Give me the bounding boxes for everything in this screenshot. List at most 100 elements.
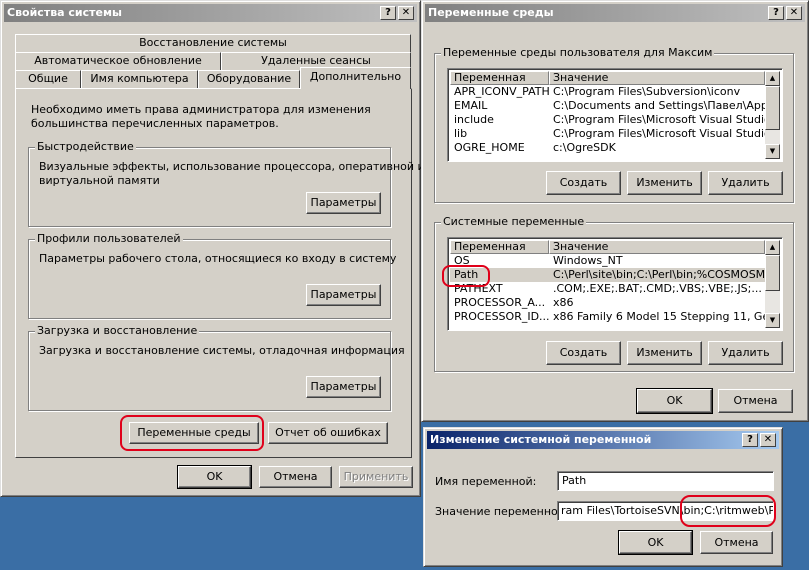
var-name: OGRE_HOME [454,141,525,154]
column-variable[interactable]: Переменная [450,240,549,254]
close-button[interactable]: ✕ [398,6,414,20]
ok-button[interactable]: OK [177,465,252,489]
scroll-up-icon[interactable]: ▲ [765,71,780,86]
apply-button[interactable]: Применить [339,466,413,488]
tab-label: Автоматическое обновление [34,54,202,67]
advanced-tab-panel: Необходимо иметь права администратора дл… [15,88,425,458]
var-name: lib [454,127,468,140]
user-variables-group: Переменные среды пользователя для Максим… [434,46,794,203]
ok-button[interactable]: OK [636,388,713,414]
list-item[interactable]: PATHEXT .COM;.EXE;.BAT;.CMD;.VBS;.VBE;.JS… [450,282,766,296]
user-delete-button[interactable]: Удалить [708,171,783,195]
list-item[interactable]: APR_ICONV_PATH C:\Program Files\Subversio… [450,85,766,99]
performance-desc-line1: Визуальные эффекты, использование процес… [39,160,425,173]
startup-recovery-group: Загрузка и восстановление Загрузка и вос… [28,324,405,411]
var-value: C:\Perl\site\bin;C:\Perl\bin;%COSMOSM... [553,268,765,281]
tab-label: Имя компьютера [90,72,189,85]
var-value: .COM;.EXE;.BAT;.CMD;.VBS;.VBE;.JS;... [553,282,762,295]
ok-button[interactable]: OK [618,530,693,555]
user-edit-button[interactable]: Изменить [627,171,702,195]
user-profiles-title: Профили пользователей [35,232,183,245]
list-item[interactable]: PROCESSOR_A... x86 [450,296,766,310]
var-name: include [454,113,494,126]
var-name: APR_ICONV_PATH [454,85,549,98]
tab-label: Общие [28,72,68,85]
tab-advanced[interactable]: Дополнительно [300,67,411,89]
var-name: PROCESSOR_ID... [454,310,549,323]
window-title: Переменные среды [428,6,554,19]
var-value: x86 [553,296,574,309]
startup-recovery-desc: Загрузка и восстановление системы, отлад… [39,344,405,357]
cancel-button[interactable]: Отмена [259,466,332,488]
help-button[interactable]: ? [742,433,758,447]
tab-label: Оборудование [206,72,292,85]
list-item[interactable]: EMAIL C:\Documents and Settings\Павел\App… [450,99,766,113]
window-title: Изменение системной переменной [430,433,652,446]
column-value[interactable]: Значение [549,71,765,85]
system-variables-group: Системные переменные Переменная Значение… [434,215,794,372]
performance-desc-line2: виртуальной памяти [39,174,160,187]
close-button[interactable]: ✕ [786,6,802,20]
var-value: C:\Documents and Settings\Павел\Appli... [553,99,765,112]
performance-settings-button[interactable]: Параметры [306,192,381,214]
var-value: Windows_NT [553,254,623,267]
scrollbar[interactable]: ▲ ▼ [765,240,780,328]
title-bar: Свойства системы [4,4,417,22]
list-item[interactable]: lib C:\Program Files\Microsoft Visual Stu… [450,127,766,141]
scrollbar[interactable]: ▲ ▼ [765,71,780,159]
title-bar: Изменение системной переменной [427,431,779,449]
user-variables-list[interactable]: Переменная Значение APR_ICONV_PATH C:\Pro… [447,68,783,162]
user-variables-title: Переменные среды пользователя для Максим [441,46,715,59]
scroll-up-icon[interactable]: ▲ [765,240,780,255]
help-button[interactable]: ? [380,6,396,20]
tab-label: Восстановление системы [139,36,287,49]
scroll-down-icon[interactable]: ▼ [765,144,780,159]
system-edit-button[interactable]: Изменить [627,341,702,365]
list-item[interactable]: PROCESSOR_ID... x86 Family 6 Model 15 Ste… [450,310,766,324]
performance-title: Быстродействие [35,140,136,153]
list-item[interactable]: include C:\Program Files\Microsoft Visual… [450,113,766,127]
tab-hardware[interactable]: Оборудование [198,70,300,88]
variable-name-input[interactable]: Path [557,471,774,491]
cancel-button[interactable]: Отмена [718,389,793,413]
system-variables-title: Системные переменные [441,215,587,228]
tab-general[interactable]: Общие [15,70,81,88]
performance-group: Быстродействие Визуальные эффекты, испол… [28,140,425,227]
tab-label: Удаленные сеансы [261,54,371,67]
help-button[interactable]: ? [768,6,784,20]
system-delete-button[interactable]: Удалить [708,341,783,365]
title-bar: Переменные среды [425,4,805,22]
variable-value-label: Значение переменной: [435,505,569,518]
scroll-down-icon[interactable]: ▼ [765,313,780,328]
edit-system-variable-window: Изменение системной переменной ? ✕ Имя п… [423,427,783,567]
close-button[interactable]: ✕ [760,433,776,447]
cancel-button[interactable]: Отмена [700,531,773,554]
list-item[interactable]: OGRE_HOME c:\OgreSDK [450,141,766,155]
startup-recovery-settings-button[interactable]: Параметры [306,376,381,398]
var-value: x86 Family 6 Model 15 Stepping 11, Gen..… [553,310,765,323]
var-value: c:\OgreSDK [553,141,616,154]
user-profiles-group: Профили пользователей Параметры рабочего… [28,232,396,319]
system-create-button[interactable]: Создать [546,341,621,365]
admin-note-line1: Необходимо иметь права администратора дл… [31,103,371,116]
tab-automatic-updates[interactable]: Автоматическое обновление [15,52,221,70]
highlight-circle [442,265,490,287]
list-item[interactable]: OS Windows_NT [450,254,766,268]
list-item-selected[interactable]: Path C:\Perl\site\bin;C:\Perl\bin;%COSMOS… [450,268,766,282]
var-name: PROCESSOR_A... [454,296,546,309]
column-variable[interactable]: Переменная [450,71,549,85]
admin-note-line2: большинства перечисленных параметров. [31,117,279,130]
startup-recovery-title: Загрузка и восстановление [35,324,200,337]
column-value[interactable]: Значение [549,240,765,254]
user-profiles-settings-button[interactable]: Параметры [306,284,381,306]
system-variables-list[interactable]: Переменная Значение OS Windows_NT Path C:\… [447,237,783,331]
var-name: EMAIL [454,99,488,112]
tab-computer-name[interactable]: Имя компьютера [81,70,198,88]
scroll-thumb[interactable] [765,86,780,130]
user-create-button[interactable]: Создать [546,171,621,195]
window-title: Свойства системы [7,6,122,19]
scroll-thumb[interactable] [765,255,780,291]
tab-system-restore[interactable]: Восстановление системы [15,34,411,52]
tab-label: Дополнительно [309,70,402,83]
error-reporting-button[interactable]: Отчет об ошибках [268,422,388,444]
